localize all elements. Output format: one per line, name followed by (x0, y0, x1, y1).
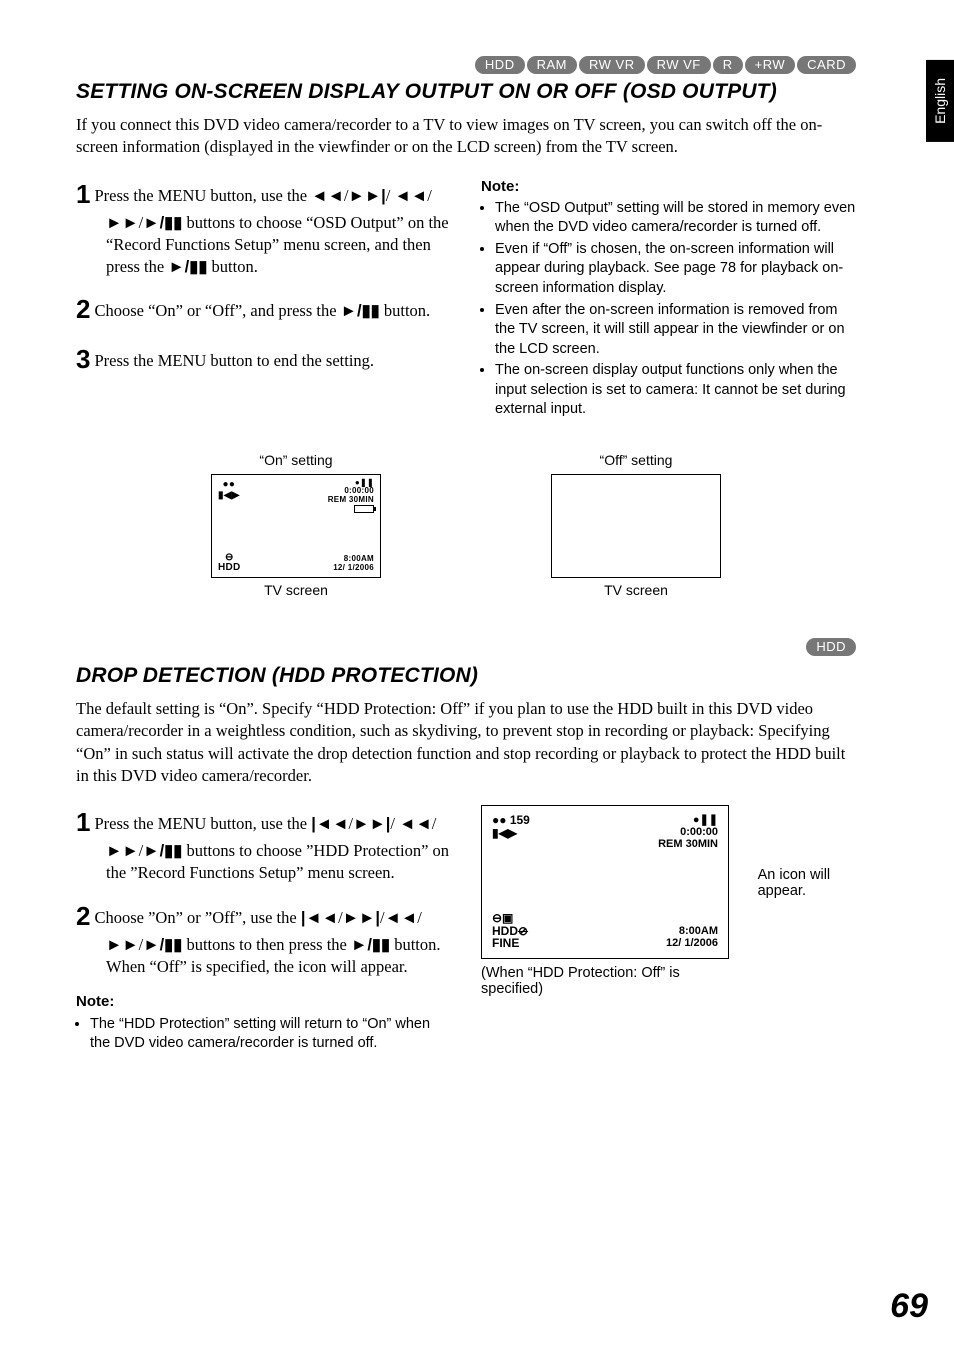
section2-right: ●● 159▮◀▶ ●❚❚ 0:00:00 REM 30MIN ⊖▣ HDD⊘ (481, 805, 856, 1056)
tv-on-below: TV screen (211, 582, 381, 598)
section2-note-1: The “HDD Protection” setting will return… (90, 1015, 451, 1054)
tv-off-screen (551, 474, 721, 578)
tag-r: R (713, 56, 743, 74)
tag-plusrw: +RW (745, 56, 796, 74)
hdd-screen-caption: (When “HDD Protection: Off” is specified… (481, 965, 742, 997)
tag-hdd: HDD (475, 56, 525, 74)
language-tab: English (926, 60, 954, 142)
section1-note-1: The “OSD Output” setting will be stored … (495, 199, 856, 238)
hdd-side-caption: An icon will appear. (758, 805, 856, 899)
section1-note-4: The on-screen display output functions o… (495, 361, 856, 420)
tv-screen-row: “On” setting ●●▮◀▶ ●❚❚ 0:00:00 REM 30MIN… (76, 452, 856, 598)
section2-intro: The default setting is “On”. Specify “HD… (76, 698, 856, 787)
media-tags-row-2: HDD (76, 638, 856, 656)
media-tags-row-1: HDD RAM RW VR RW VF R +RW CARD (76, 56, 856, 74)
tv-off-below: TV screen (551, 582, 721, 598)
page-number: 69 (890, 1287, 928, 1326)
tv-on-col: “On” setting ●●▮◀▶ ●❚❚ 0:00:00 REM 30MIN… (211, 452, 381, 598)
section1-step1: 1Press the MENU button, use the ◄◄/►►|/ … (76, 177, 451, 279)
tv-off-caption: “Off” setting (551, 452, 721, 468)
section1-heading: SETTING ON-SCREEN DISPLAY OUTPUT ON OR O… (76, 80, 856, 104)
section1-notes: Note: The “OSD Output” setting will be s… (481, 177, 856, 422)
section2-step2: 2Choose ”On” or ”Off”, use the |◄◄/►►|/◄… (76, 899, 451, 979)
tv-off-col: “Off” setting TV screen (551, 452, 721, 598)
tv-on-caption: “On” setting (211, 452, 381, 468)
section2-step1: 1Press the MENU button, use the |◄◄/►►|/… (76, 805, 451, 885)
section1-step2: 2Choose “On” or “Off”, and press the ►/▮… (76, 292, 451, 327)
note-heading-1: Note: (481, 177, 856, 197)
section1-note-3: Even after the on-screen information is … (495, 301, 856, 360)
tag-card: CARD (797, 56, 856, 74)
tag-ram: RAM (527, 56, 577, 74)
hdd-screen: ●● 159▮◀▶ ●❚❚ 0:00:00 REM 30MIN ⊖▣ HDD⊘ (481, 805, 729, 959)
section2-heading: DROP DETECTION (HDD PROTECTION) (76, 664, 856, 688)
note-heading-2: Note: (76, 992, 451, 1012)
tv-on-screen: ●●▮◀▶ ●❚❚ 0:00:00 REM 30MIN ⊖HDD 8:00AM … (211, 474, 381, 578)
section1-intro: If you connect this DVD video camera/rec… (76, 114, 856, 159)
section1-step3: 3Press the MENU button to end the settin… (76, 342, 451, 377)
section1-steps: 1Press the MENU button, use the ◄◄/►►|/ … (76, 177, 451, 422)
tag-hdd-2: HDD (806, 638, 856, 656)
section1-note-2: Even if “Off” is chosen, the on-screen i… (495, 240, 856, 299)
tag-rwvr: RW VR (579, 56, 645, 74)
section2-left: 1Press the MENU button, use the |◄◄/►►|/… (76, 805, 451, 1056)
tag-rwvf: RW VF (647, 56, 711, 74)
